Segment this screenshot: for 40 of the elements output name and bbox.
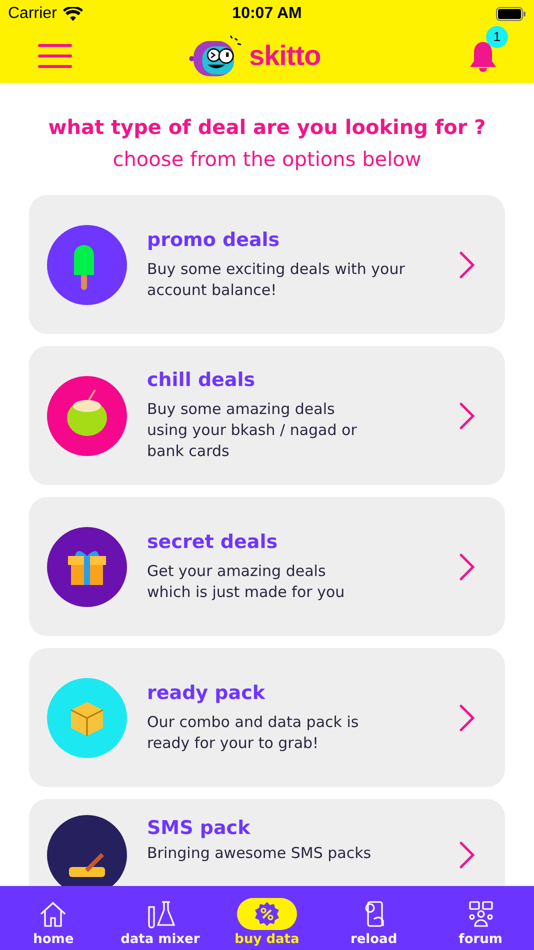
deal-card[interactable]: SMS pack Bringing awesome SMS packs: [29, 799, 505, 886]
menu-button[interactable]: [38, 42, 72, 68]
carrier-name: Carrier: [8, 5, 57, 23]
tab-item[interactable]: data mixer: [106, 886, 214, 950]
chevron-right-icon: [459, 841, 475, 869]
deal-card[interactable]: ready pack Our combo and data pack is ready for your to grab!: [29, 648, 505, 787]
deal-card[interactable]: secret deals Get your amazing deals which is just made for you: [29, 497, 505, 636]
home-icon: [38, 899, 68, 929]
chevron-right-icon: [459, 402, 475, 430]
deal-description: Bringing awesome SMS packs: [147, 843, 372, 864]
notification-button[interactable]: [468, 40, 498, 72]
brand-name: skitto: [249, 40, 321, 72]
tab-item[interactable]: home: [0, 886, 107, 950]
flask-icon: [145, 899, 176, 929]
clock-time: 10:07 AM: [231, 5, 303, 23]
battery-icon: [496, 7, 526, 21]
chevron-right-icon: [459, 552, 475, 580]
chevron-right-icon: [459, 250, 475, 278]
deal-title: ready pack: [147, 682, 266, 704]
question-heading: what type of deal are you looking for ?: [47, 115, 487, 139]
bell-icon: [468, 40, 498, 72]
mascot-logo-drawing: [188, 34, 243, 78]
chevron-right-icon: [459, 704, 475, 732]
deal-description: Get your amazing deals which is just made for you: [147, 560, 346, 602]
tab-item[interactable]: forum: [427, 886, 534, 950]
deal-title: chill deals: [147, 369, 256, 391]
notification-badge: 1: [486, 26, 508, 48]
menu-icon: [38, 42, 72, 68]
deal-card[interactable]: promo deals Buy some exciting deals with your account balance!: [29, 195, 505, 334]
deal-description: Buy some amazing deals using your bkash / nagad or bank cards: [147, 399, 358, 462]
deal-title: secret deals: [147, 530, 279, 552]
deal-title: promo deals: [147, 228, 281, 250]
deal-title: SMS pack: [147, 817, 252, 839]
wifi-icon: [62, 6, 83, 22]
tab-item[interactable]: reload: [320, 886, 428, 950]
deal-description: Buy some exciting deals with your account balance!: [147, 258, 406, 300]
subtitle-text: choose from the options below: [112, 147, 422, 171]
tab-item[interactable]: buy data: [214, 886, 320, 950]
deal-description: Our combo and data pack is ready for your to grab!: [147, 712, 360, 754]
deal-card[interactable]: chill deals Buy some amazing deals using your bkash / nagad or bank cards: [29, 346, 505, 485]
